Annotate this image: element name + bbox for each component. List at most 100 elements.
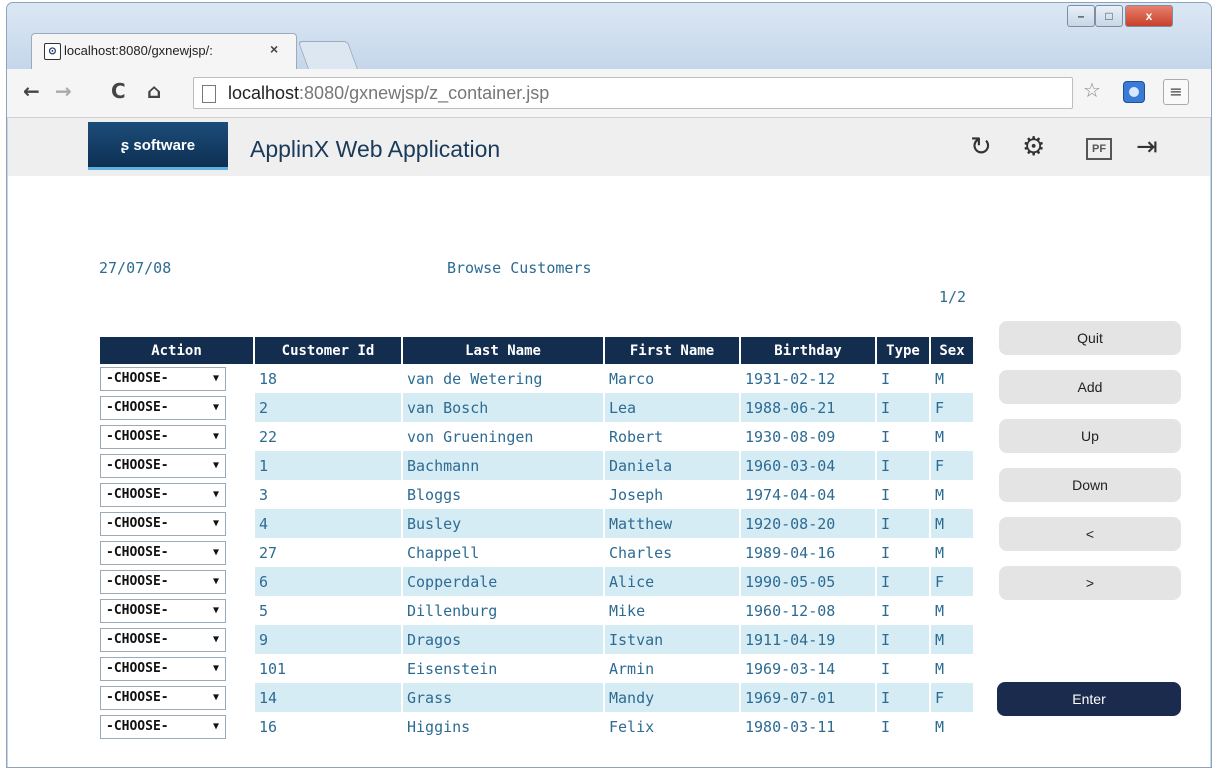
tab-close-icon[interactable]: ×	[270, 41, 278, 57]
type-cell: I	[876, 538, 931, 567]
action-select[interactable]: -CHOOSE- ▼	[100, 512, 226, 536]
last-name-cell: van de Wetering	[402, 364, 605, 393]
header-action: Action	[100, 337, 255, 364]
customer-id-cell: 6	[254, 567, 403, 596]
dropdown-arrow-icon: ▼	[212, 489, 219, 500]
customer-id-cell: 3	[254, 480, 403, 509]
table-row: -CHOOSE- ▼ 22 von Grueningen Robert 1930-08-0…	[100, 422, 975, 451]
action-cell: -CHOOSE- ▼	[100, 364, 255, 393]
action-select-value: -CHOOSE-	[106, 661, 169, 676]
down-button[interactable]: Down	[999, 468, 1181, 502]
first-name-cell: Mandy	[604, 683, 741, 712]
type-cell: I	[876, 683, 931, 712]
minimize-button[interactable]: –	[1067, 5, 1095, 27]
action-select[interactable]: -CHOOSE- ▼	[100, 483, 226, 507]
screen-date: 27/07/08	[99, 259, 172, 277]
action-select[interactable]: -CHOOSE- ▼	[100, 657, 226, 681]
action-select-value: -CHOOSE-	[106, 400, 169, 415]
first-name-cell: Matthew	[604, 509, 741, 538]
action-select[interactable]: -CHOOSE- ▼	[100, 396, 226, 420]
maximize-button[interactable]: □	[1095, 5, 1123, 27]
close-window-button[interactable]: x	[1125, 5, 1173, 27]
settings-icon[interactable]: ⚙	[1022, 132, 1045, 162]
enter-button[interactable]: Enter	[997, 682, 1181, 716]
table-row: -CHOOSE- ▼ 18 van de Wetering Marco 1931-02-1…	[100, 364, 975, 393]
dropdown-arrow-icon: ▼	[212, 431, 219, 442]
sex-cell: F	[930, 567, 975, 596]
last-name-cell: Dragos	[402, 625, 605, 654]
birthday-cell: 1920-08-20	[740, 509, 877, 538]
screen-title: Browse Customers	[447, 259, 592, 277]
dropdown-arrow-icon: ▼	[212, 692, 219, 703]
type-cell: I	[876, 451, 931, 480]
action-select[interactable]: -CHOOSE- ▼	[100, 686, 226, 710]
home-icon[interactable]: ⌂	[147, 79, 161, 103]
action-select[interactable]: -CHOOSE- ▼	[100, 367, 226, 391]
title-bar: ⊙ localhost:8080/gxnewjsp/: × – □ x	[7, 3, 1211, 75]
action-select[interactable]: -CHOOSE- ▼	[100, 541, 226, 565]
table-body: -CHOOSE- ▼ 18 van de Wetering Marco 1931-02-1…	[100, 364, 975, 741]
sex-cell: F	[930, 683, 975, 712]
dropdown-arrow-icon: ▼	[212, 547, 219, 558]
action-select-value: -CHOOSE-	[106, 429, 169, 444]
logo-s-icon: ʂ	[120, 137, 134, 154]
back-icon[interactable]: ←	[23, 79, 40, 103]
page-indicator: 1/2	[939, 288, 967, 306]
action-select[interactable]: -CHOOSE- ▼	[100, 599, 226, 623]
bookmark-star-icon[interactable]: ☆	[1083, 78, 1101, 102]
action-cell: -CHOOSE- ▼	[100, 567, 255, 596]
address-bar[interactable]: localhost:8080/gxnewjsp/z_container.jsp	[193, 77, 1073, 109]
action-select-value: -CHOOSE-	[106, 632, 169, 647]
action-select-value: -CHOOSE-	[106, 371, 169, 386]
refresh-icon[interactable]: ↻	[970, 132, 992, 162]
last-name-cell: Copperdale	[402, 567, 605, 596]
sex-cell: M	[930, 480, 975, 509]
customer-id-cell: 22	[254, 422, 403, 451]
software-ag-logo: ʂ software	[88, 122, 228, 170]
action-cell: -CHOOSE- ▼	[100, 625, 255, 654]
browser-tab[interactable]: ⊙ localhost:8080/gxnewjsp/: ×	[31, 33, 297, 69]
customer-id-cell: 9	[254, 625, 403, 654]
action-select-value: -CHOOSE-	[106, 458, 169, 473]
action-select-value: -CHOOSE-	[106, 719, 169, 734]
new-tab-button[interactable]	[297, 41, 359, 70]
forward-icon[interactable]: →	[55, 79, 72, 103]
table-row: -CHOOSE- ▼ 4 Busley Matthew 1920-08-20 I M	[100, 509, 975, 538]
browser-menu-icon[interactable]: ≡	[1163, 79, 1189, 105]
table-row: -CHOOSE- ▼ 2 van Bosch Lea 1988-06-21 I F	[100, 393, 975, 422]
extension-icon[interactable]	[1123, 81, 1145, 103]
table-row: -CHOOSE- ▼ 5 Dillenburg Mike 1960-12-08 I M	[100, 596, 975, 625]
type-cell: I	[876, 480, 931, 509]
logout-icon[interactable]: ⇥	[1136, 132, 1158, 162]
header-first-name: First Name	[604, 337, 741, 364]
action-select[interactable]: -CHOOSE- ▼	[100, 425, 226, 449]
reload-icon[interactable]: C	[111, 79, 126, 103]
customer-id-cell: 5	[254, 596, 403, 625]
app-header: ʂ software ApplinX Web Application ↻ ⚙ P…	[8, 118, 1210, 176]
next-page-button[interactable]: >	[999, 566, 1181, 600]
url-text[interactable]: localhost:8080/gxnewjsp/z_container.jsp	[228, 83, 549, 104]
header-birthday: Birthday	[740, 337, 877, 364]
page-content: ʂ software ApplinX Web Application ↻ ⚙ P…	[8, 118, 1210, 767]
add-button[interactable]: Add	[999, 370, 1181, 404]
table-row: -CHOOSE- ▼ 6 Copperdale Alice 1990-05-05 I F	[100, 567, 975, 596]
action-select[interactable]: -CHOOSE- ▼	[100, 715, 226, 739]
action-select[interactable]: -CHOOSE- ▼	[100, 454, 226, 478]
customer-id-cell: 27	[254, 538, 403, 567]
quit-button[interactable]: Quit	[999, 321, 1181, 355]
action-select[interactable]: -CHOOSE- ▼	[100, 628, 226, 652]
up-button[interactable]: Up	[999, 419, 1181, 453]
table-row: -CHOOSE- ▼ 1 Bachmann Daniela 1960-03-04 I F	[100, 451, 975, 480]
pdf-icon[interactable]: PF	[1086, 138, 1113, 160]
previous-page-button[interactable]: <	[999, 517, 1181, 551]
birthday-cell: 1980-03-11	[740, 712, 877, 741]
type-cell: I	[876, 393, 931, 422]
type-cell: I	[876, 596, 931, 625]
action-select[interactable]: -CHOOSE- ▼	[100, 570, 226, 594]
first-name-cell: Felix	[604, 712, 741, 741]
type-cell: I	[876, 422, 931, 451]
browser-window: ⊙ localhost:8080/gxnewjsp/: × – □ x ← → …	[6, 2, 1212, 768]
sex-cell: M	[930, 625, 975, 654]
action-select-value: -CHOOSE-	[106, 516, 169, 531]
action-select-value: -CHOOSE-	[106, 574, 169, 589]
